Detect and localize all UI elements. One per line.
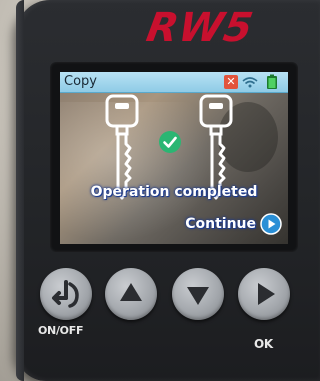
screen-title: Copy: [64, 74, 97, 89]
play-circle-icon: [260, 213, 282, 235]
power-back-icon: [52, 280, 79, 308]
up-arrow-icon: [120, 283, 142, 301]
device-screen: Copy ✕ Operation completed Continue: [60, 72, 288, 244]
photo-scene: RW5 Copy ✕ Operation completed Continue …: [0, 0, 320, 381]
status-message: Operation completed: [90, 184, 258, 200]
success-check-icon: [159, 131, 181, 153]
down-button[interactable]: [172, 268, 224, 320]
ok-button[interactable]: [238, 268, 290, 320]
close-icon[interactable]: ✕: [224, 75, 238, 89]
battery-icon: [267, 74, 277, 89]
continue-button[interactable]: Continue: [185, 212, 282, 236]
screen-titlebar: Copy ✕: [60, 72, 288, 93]
continue-label: Continue: [185, 216, 256, 232]
down-arrow-icon: [187, 287, 209, 305]
power-button-label: ON/OFF: [38, 324, 84, 337]
ok-button-label: OK: [254, 337, 273, 351]
device-edge: [16, 0, 24, 381]
up-button[interactable]: [105, 268, 157, 320]
wifi-icon: [242, 77, 258, 88]
right-arrow-icon: [258, 283, 275, 305]
brand-logo: RW5: [143, 5, 257, 51]
power-button[interactable]: [40, 268, 92, 320]
